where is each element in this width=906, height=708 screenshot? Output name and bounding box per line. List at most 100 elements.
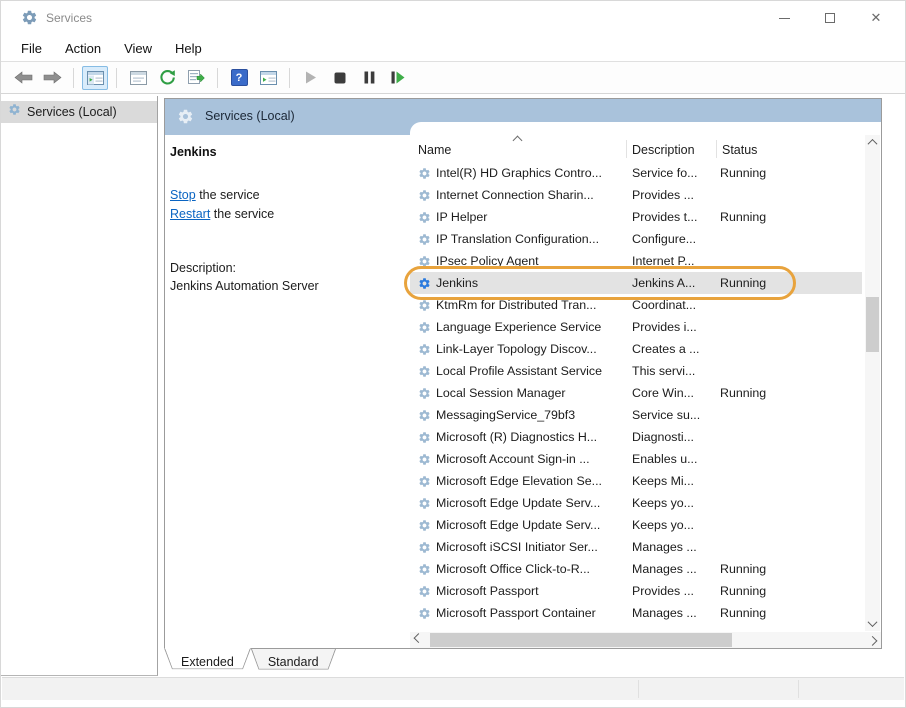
- menu-action[interactable]: Action: [65, 41, 101, 56]
- panel-header-title: Services (Local): [205, 109, 295, 123]
- table-row[interactable]: Link-Layer Topology Discov...Creates a .…: [410, 338, 862, 360]
- table-row[interactable]: Local Profile Assistant ServiceThis serv…: [410, 360, 862, 382]
- menu-bar: File Action View Help: [1, 35, 905, 61]
- tab-standard[interactable]: Standard: [251, 649, 336, 674]
- table-row[interactable]: IPsec Policy AgentInternet P...: [410, 250, 862, 272]
- show-console-tree-button[interactable]: [82, 66, 108, 90]
- stop-service-button[interactable]: [327, 66, 353, 90]
- table-row[interactable]: Microsoft Account Sign-in ...Enables u..…: [410, 448, 862, 470]
- description-label: Description:: [170, 259, 403, 277]
- service-description: Manages ...: [632, 540, 720, 554]
- menu-file[interactable]: File: [21, 41, 42, 56]
- service-description: Service fo...: [632, 166, 720, 180]
- services-window: Services ✕ File Action View Help: [0, 0, 906, 708]
- gear-icon: [418, 453, 431, 466]
- service-description: Service su...: [632, 408, 720, 422]
- refresh-button[interactable]: [154, 66, 180, 90]
- properties-button[interactable]: [125, 66, 151, 90]
- service-description: Keeps yo...: [632, 518, 720, 532]
- toolbar-separator: [116, 68, 117, 88]
- table-row[interactable]: IP HelperProvides t...Running: [410, 206, 862, 228]
- service-description: Diagnosti...: [632, 430, 720, 444]
- pause-service-button[interactable]: [356, 66, 382, 90]
- restart-service-link[interactable]: Restart: [170, 207, 210, 221]
- gear-icon: [418, 519, 431, 532]
- service-status: Running: [720, 562, 800, 576]
- table-row[interactable]: Microsoft Passport ContainerManages ...R…: [410, 602, 862, 624]
- table-row[interactable]: Microsoft Edge Update Serv...Keeps yo...: [410, 514, 862, 536]
- service-name: IPsec Policy Agent: [436, 254, 632, 268]
- service-description: Keeps Mi...: [632, 474, 720, 488]
- restart-icon: [391, 71, 405, 84]
- service-description: Jenkins A...: [632, 276, 720, 290]
- scroll-down-arrow[interactable]: [865, 616, 880, 631]
- toolbar: ?: [1, 61, 905, 94]
- column-separator[interactable]: [716, 140, 717, 158]
- table-row[interactable]: Intel(R) HD Graphics Contro...Service fo…: [410, 162, 862, 184]
- table-row[interactable]: Microsoft Edge Update Serv...Keeps yo...: [410, 492, 862, 514]
- pause-icon: [364, 71, 375, 84]
- column-header-name[interactable]: Name: [418, 143, 451, 157]
- scroll-right-arrow[interactable]: [865, 632, 880, 647]
- gear-icon: [418, 167, 431, 180]
- table-row[interactable]: JenkinsJenkins A...Running: [410, 272, 862, 294]
- service-description: Manages ...: [632, 606, 720, 620]
- service-name: Internet Connection Sharin...: [436, 188, 632, 202]
- restart-service-line: Restart the service: [170, 205, 403, 224]
- action-pane-icon: [260, 71, 277, 85]
- gear-icon: [418, 211, 431, 224]
- scroll-left-arrow[interactable]: [411, 632, 426, 647]
- table-row[interactable]: IP Translation Configuration...Configure…: [410, 228, 862, 250]
- table-row[interactable]: Microsoft iSCSI Initiator Ser...Manages …: [410, 536, 862, 558]
- table-row[interactable]: Microsoft PassportProvides ...Running: [410, 580, 862, 602]
- gear-icon: [418, 299, 431, 312]
- table-row[interactable]: Microsoft (R) Diagnostics H...Diagnosti.…: [410, 426, 862, 448]
- help-button[interactable]: ?: [226, 66, 252, 90]
- horizontal-scroll-thumb[interactable]: [430, 633, 732, 647]
- forward-button[interactable]: [39, 66, 65, 90]
- view-tabs: Extended Standard: [164, 649, 336, 674]
- tab-extended[interactable]: Extended: [164, 649, 251, 674]
- stop-service-link[interactable]: Stop: [170, 188, 196, 202]
- show-action-pane-button[interactable]: [255, 66, 281, 90]
- table-row[interactable]: Language Experience ServiceProvides i...: [410, 316, 862, 338]
- menu-view[interactable]: View: [124, 41, 152, 56]
- tree-item-services-local[interactable]: Services (Local): [1, 101, 157, 123]
- table-row[interactable]: MessagingService_79bf3Service su...: [410, 404, 862, 426]
- service-description: Internet P...: [632, 254, 720, 268]
- minimize-button[interactable]: [761, 1, 807, 35]
- tab-standard-label: Standard: [268, 655, 319, 669]
- sort-ascending-icon: [513, 136, 523, 146]
- column-separator[interactable]: [626, 140, 627, 158]
- export-list-button[interactable]: [183, 66, 209, 90]
- export-list-icon: [188, 70, 205, 85]
- column-header-status[interactable]: Status: [722, 143, 757, 157]
- service-name: Local Profile Assistant Service: [436, 364, 632, 378]
- close-button[interactable]: ✕: [853, 1, 899, 35]
- table-row[interactable]: Internet Connection Sharin...Provides ..…: [410, 184, 862, 206]
- service-status: Running: [720, 166, 800, 180]
- back-button[interactable]: [10, 66, 36, 90]
- status-bar: [2, 677, 904, 700]
- gear-icon: [418, 431, 431, 444]
- service-status: Running: [720, 606, 800, 620]
- start-service-button[interactable]: [298, 66, 324, 90]
- column-header-description[interactable]: Description: [632, 143, 695, 157]
- scroll-up-arrow[interactable]: [865, 135, 880, 150]
- vertical-scroll-thumb[interactable]: [866, 297, 879, 352]
- restart-service-button[interactable]: [385, 66, 411, 90]
- maximize-button[interactable]: [807, 1, 853, 35]
- table-row[interactable]: Local Session ManagerCore Win...Running: [410, 382, 862, 404]
- gear-icon: [21, 9, 38, 26]
- vertical-scrollbar[interactable]: [865, 135, 880, 631]
- description-text: Jenkins Automation Server: [170, 277, 403, 295]
- horizontal-scrollbar[interactable]: [410, 632, 881, 648]
- service-name: Microsoft Passport: [436, 584, 632, 598]
- table-row[interactable]: Microsoft Office Click-to-R...Manages ..…: [410, 558, 862, 580]
- table-row[interactable]: Microsoft Edge Elevation Se...Keeps Mi..…: [410, 470, 862, 492]
- table-row[interactable]: KtmRm for Distributed Tran...Coordinat..…: [410, 294, 862, 316]
- menu-help[interactable]: Help: [175, 41, 202, 56]
- service-status: Running: [720, 386, 800, 400]
- toolbar-separator: [217, 68, 218, 88]
- console-tree-icon: [87, 71, 104, 85]
